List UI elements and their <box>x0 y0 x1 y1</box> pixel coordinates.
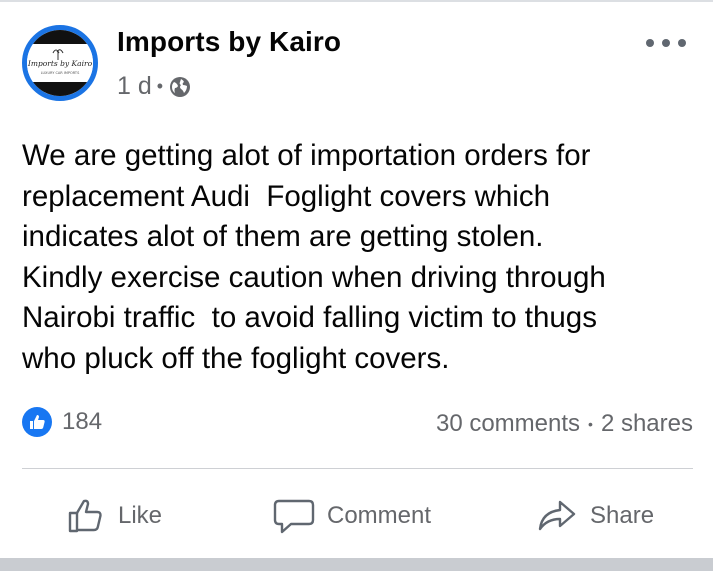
shares-count-link[interactable]: 2 shares <box>601 410 693 438</box>
share-button[interactable]: Share <box>536 491 654 541</box>
share-icon <box>538 500 576 531</box>
author-name[interactable]: Imports by Kairo <box>117 26 341 58</box>
share-label: Share <box>590 502 655 529</box>
post-meta: 1 d • <box>117 72 191 101</box>
avatar-logo-icon: Imports by Kairo LUXURY CAR IMPORTS <box>27 30 93 96</box>
post-stats: 30 comments • 2 shares <box>436 410 693 438</box>
comment-icon <box>273 499 315 534</box>
meta-separator: • <box>156 76 164 96</box>
post-actions: Like Comment Share <box>0 491 713 541</box>
feed-separator <box>0 558 713 571</box>
comment-button[interactable]: Comment <box>273 491 431 541</box>
comments-count-link[interactable]: 30 comments <box>436 410 580 438</box>
more-options-icon[interactable] <box>646 33 686 53</box>
svg-text:Imports by Kairo: Imports by Kairo <box>27 59 93 68</box>
svg-text:LUXURY CAR IMPORTS: LUXURY CAR IMPORTS <box>41 71 80 75</box>
actions-divider <box>22 468 693 469</box>
top-divider <box>0 0 713 2</box>
comment-label: Comment <box>327 502 432 529</box>
thumbs-up-icon <box>68 499 102 533</box>
reaction-count: 184 <box>62 408 103 435</box>
post-time[interactable]: 1 d <box>117 72 152 101</box>
avatar[interactable]: Imports by Kairo LUXURY CAR IMPORTS <box>22 25 98 101</box>
like-label: Like <box>118 502 163 529</box>
post-text: We are getting alot of importation order… <box>22 139 606 375</box>
globe-icon <box>170 76 191 97</box>
reactions-summary[interactable]: 184 <box>22 407 102 437</box>
like-reaction-icon <box>22 407 52 437</box>
stats-separator: • <box>588 416 593 432</box>
like-button[interactable]: Like <box>66 491 162 541</box>
